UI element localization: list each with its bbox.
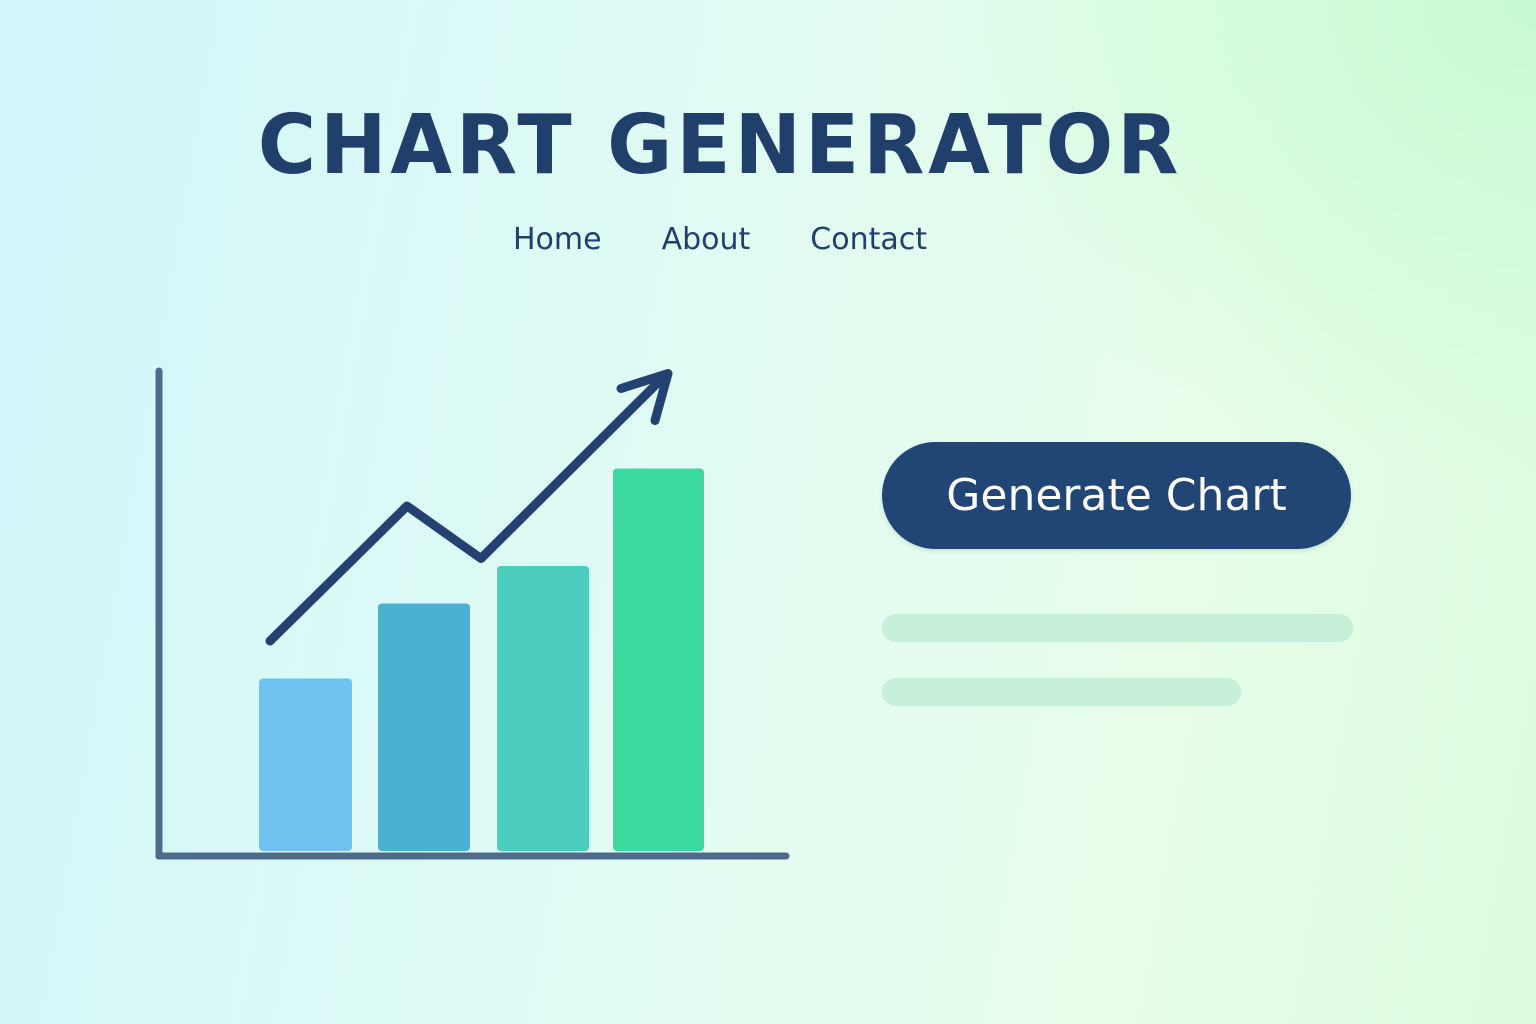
nav-link-contact[interactable]: Contact [810,222,927,257]
chart-bar [613,468,704,851]
chart-bar [378,603,470,851]
growth-chart-illustration [155,367,790,860]
placeholder-line [882,614,1353,642]
placeholder-line [882,678,1241,706]
chart-bar [259,678,352,851]
trend-line [265,374,667,646]
chart-bar [497,566,589,851]
generate-chart-button[interactable]: Generate Chart [882,442,1351,549]
